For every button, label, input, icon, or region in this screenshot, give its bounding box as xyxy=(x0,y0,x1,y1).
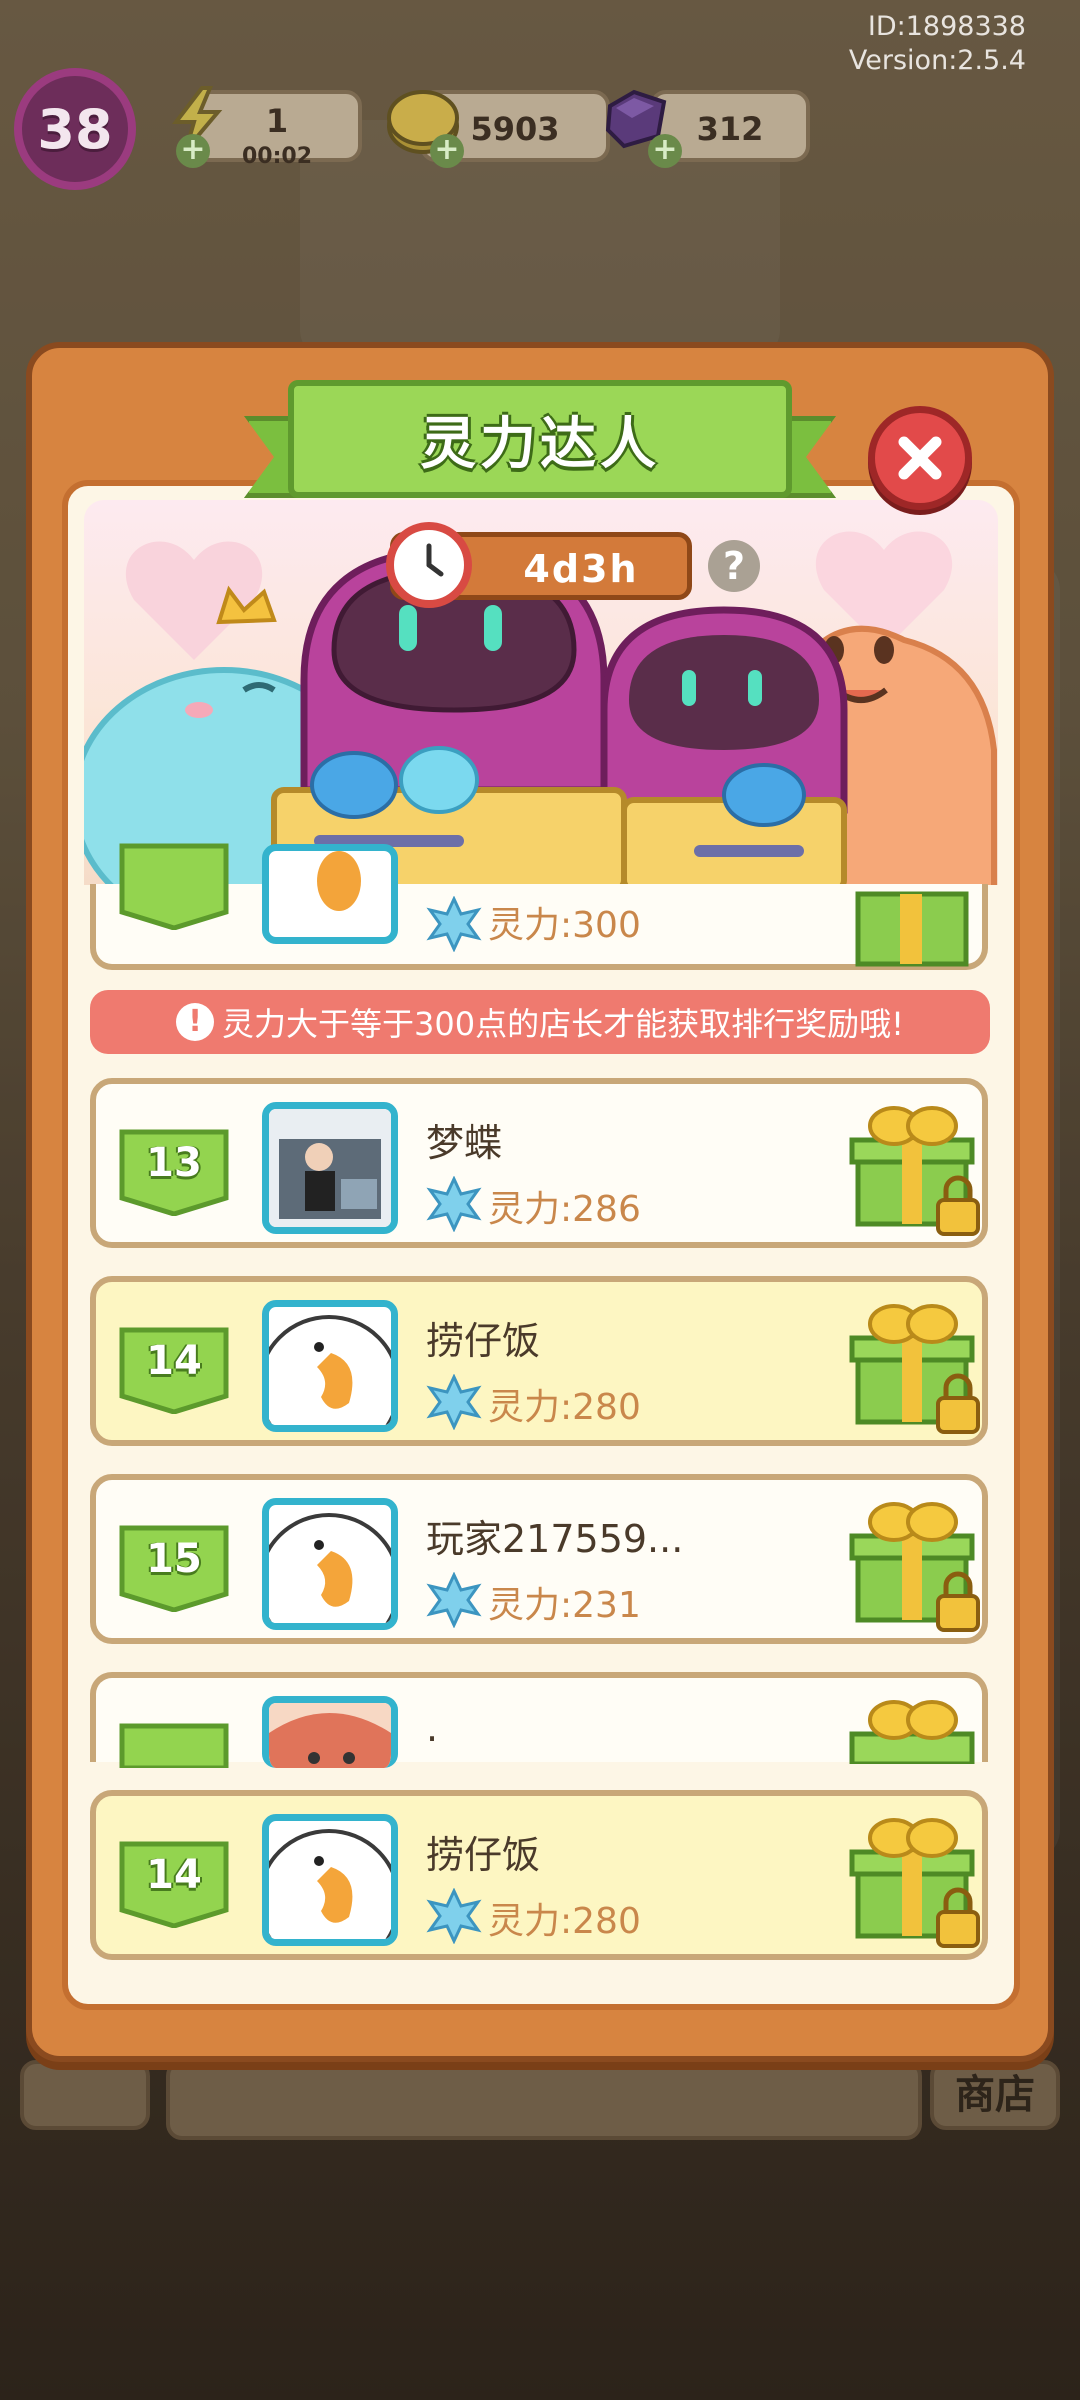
bottom-center-panel xyxy=(166,2060,922,2140)
rank-row-12[interactable]: 灵力:300 xyxy=(90,843,988,970)
player-name: 捞仔饭 xyxy=(426,1319,541,1363)
rank-row-13[interactable]: 13 梦蝶 灵力:286 xyxy=(90,1078,988,1248)
rank-badge xyxy=(119,1723,229,1768)
player-name: . xyxy=(426,1706,439,1750)
rank-badge xyxy=(119,843,229,930)
locked-gift-icon[interactable] xyxy=(844,1100,984,1240)
gift-box-icon xyxy=(855,891,969,967)
player-avatar[interactable] xyxy=(262,1696,398,1768)
player-score: 灵力:280 xyxy=(488,1387,641,1428)
player-avatar[interactable] xyxy=(262,1300,398,1432)
dialog-title-plate: 灵力达人 xyxy=(288,380,792,498)
spirit-star-icon xyxy=(426,1374,482,1430)
spirit-star-icon xyxy=(426,896,482,952)
player-avatar[interactable] xyxy=(262,1498,398,1630)
add-coins-button[interactable]: + xyxy=(430,134,464,168)
duck-avatar-icon xyxy=(269,1513,391,1623)
player-avatar[interactable] xyxy=(262,1102,398,1234)
rank-row-15[interactable]: 15 玩家217559... 灵力:231 xyxy=(90,1474,988,1644)
player-id-text: ID:1898338 xyxy=(867,11,1026,42)
dialog-title: 灵力达人 xyxy=(420,411,660,477)
close-button[interactable] xyxy=(868,406,972,510)
player-score: 灵力:300 xyxy=(488,905,641,946)
player-name: 梦蝶 xyxy=(426,1121,503,1165)
shop-label: 商店 xyxy=(955,2072,1035,2118)
notice-text: 灵力大于等于300点的店长才能获取排行奖励哦! xyxy=(222,1005,904,1043)
player-avatar[interactable] xyxy=(262,844,398,944)
event-timer-text: 4d3h xyxy=(523,547,639,591)
rank-number: 15 xyxy=(146,1536,202,1582)
player-level-badge[interactable]: 38 xyxy=(14,68,136,190)
help-button[interactable]: ? xyxy=(708,540,760,592)
player-name: 玩家217559... xyxy=(426,1517,684,1561)
locked-gift-icon[interactable] xyxy=(844,1496,984,1636)
clock-icon xyxy=(386,522,472,608)
duck-avatar-icon xyxy=(317,851,361,911)
add-gems-button[interactable]: + xyxy=(648,134,682,168)
anime-avatar-icon xyxy=(269,1703,391,1768)
bottom-left-button[interactable] xyxy=(20,2060,150,2130)
player-level-text: 38 xyxy=(37,97,113,161)
add-energy-button[interactable]: + xyxy=(176,134,210,168)
photo-avatar-icon xyxy=(269,1109,391,1227)
close-icon xyxy=(898,436,942,480)
locked-gift-icon[interactable] xyxy=(844,1812,984,1952)
spirit-star-icon xyxy=(426,1572,482,1628)
rank-number: 13 xyxy=(146,1140,202,1186)
rank-number: 14 xyxy=(146,1338,202,1384)
player-name: 捞仔饭 xyxy=(426,1833,541,1877)
version-text: Version:2.5.4 xyxy=(848,45,1026,76)
player-score: 灵力:280 xyxy=(488,1901,641,1942)
build-info: ID:1898338 Version:2.5.4 xyxy=(849,10,1026,78)
duck-avatar-icon xyxy=(269,1829,391,1939)
rank-row-16[interactable]: . xyxy=(90,1672,988,1768)
rank-number: 14 xyxy=(146,1852,202,1898)
ranking-reward-notice: ! 灵力大于等于300点的店长才能获取排行奖励哦! xyxy=(90,990,990,1054)
warning-icon: ! xyxy=(176,1003,215,1041)
spirit-star-icon xyxy=(426,1888,482,1944)
locked-gift-icon[interactable] xyxy=(844,1298,984,1438)
shop-button[interactable]: 商店 xyxy=(930,2060,1060,2130)
rank-row-14[interactable]: 14 捞仔饭 灵力:280 xyxy=(90,1276,988,1446)
player-score: 灵力:231 xyxy=(488,1585,641,1626)
player-score: 灵力:286 xyxy=(488,1189,641,1230)
dialog-title-ribbon: 灵力达人 xyxy=(244,380,836,520)
gift-box-icon xyxy=(849,1700,975,1764)
duck-avatar-icon xyxy=(269,1315,391,1425)
my-rank-row[interactable]: 14 捞仔饭 灵力:280 xyxy=(90,1790,988,1960)
player-avatar[interactable] xyxy=(262,1814,398,1946)
spirit-star-icon xyxy=(426,1176,482,1232)
